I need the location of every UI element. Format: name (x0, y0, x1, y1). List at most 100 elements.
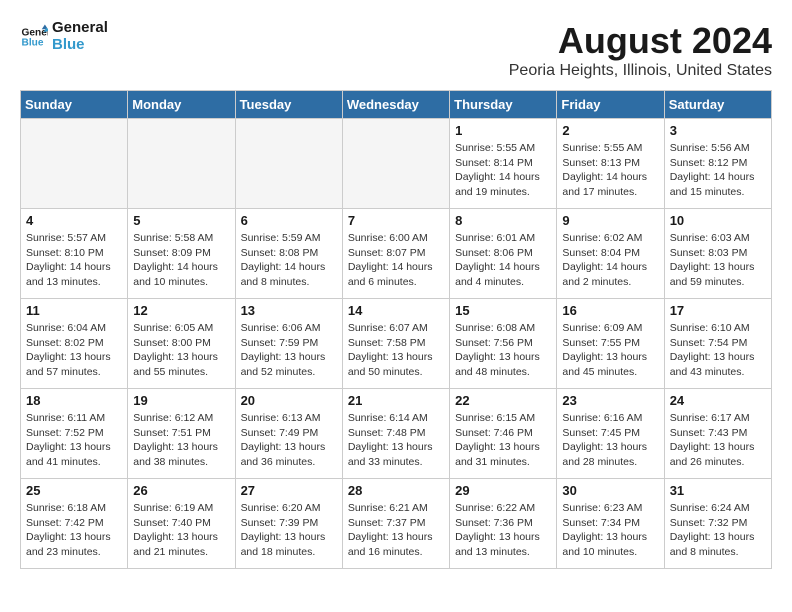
day-number: 18 (26, 393, 122, 408)
calendar-cell: 31 Sunrise: 6:24 AMSunset: 7:32 PMDayligh… (664, 479, 771, 569)
day-number: 24 (670, 393, 766, 408)
day-number: 14 (348, 303, 444, 318)
calendar-cell: 18 Sunrise: 6:11 AMSunset: 7:52 PMDayligh… (21, 389, 128, 479)
day-number: 30 (562, 483, 658, 498)
week-row-2: 4 Sunrise: 5:57 AMSunset: 8:10 PMDaylight… (21, 209, 772, 299)
day-number: 13 (241, 303, 337, 318)
day-number: 29 (455, 483, 551, 498)
logo-icon: General Blue (20, 23, 48, 51)
day-header-sunday: Sunday (21, 91, 128, 119)
day-number: 26 (133, 483, 229, 498)
day-info: Sunrise: 5:59 AMSunset: 8:08 PMDaylight:… (241, 231, 337, 290)
calendar-cell: 25Sunrise: 6:18 AMSunset: 7:42 PMDayligh… (21, 479, 128, 569)
calendar-cell: 4 Sunrise: 5:57 AMSunset: 8:10 PMDaylight… (21, 209, 128, 299)
calendar-cell (342, 119, 449, 209)
day-info: Sunrise: 6:18 AMSunset: 7:42 PMDaylight:… (26, 501, 122, 560)
day-info: Sunrise: 6:15 AMSunset: 7:46 PMDaylight:… (455, 411, 551, 470)
day-number: 9 (562, 213, 658, 228)
location-title: Peoria Heights, Illinois, United States (509, 62, 772, 80)
day-header-saturday: Saturday (664, 91, 771, 119)
day-header-wednesday: Wednesday (342, 91, 449, 119)
day-number: 16 (562, 303, 658, 318)
day-info: Sunrise: 6:24 AMSunset: 7:32 PMDaylight:… (670, 501, 766, 560)
day-info: Sunrise: 6:20 AMSunset: 7:39 PMDaylight:… (241, 501, 337, 560)
calendar-cell: 13Sunrise: 6:06 AMSunset: 7:59 PMDayligh… (235, 299, 342, 389)
day-info: Sunrise: 6:12 AMSunset: 7:51 PMDaylight:… (133, 411, 229, 470)
day-number: 8 (455, 213, 551, 228)
day-number: 4 (26, 213, 122, 228)
calendar-cell: 23Sunrise: 6:16 AMSunset: 7:45 PMDayligh… (557, 389, 664, 479)
day-info: Sunrise: 5:56 AMSunset: 8:12 PMDaylight:… (670, 141, 766, 200)
day-number: 27 (241, 483, 337, 498)
week-row-4: 18 Sunrise: 6:11 AMSunset: 7:52 PMDayligh… (21, 389, 772, 479)
day-number: 28 (348, 483, 444, 498)
day-number: 2 (562, 123, 658, 138)
week-row-5: 25Sunrise: 6:18 AMSunset: 7:42 PMDayligh… (21, 479, 772, 569)
day-info: Sunrise: 6:19 AMSunset: 7:40 PMDaylight:… (133, 501, 229, 560)
calendar-cell: 26 Sunrise: 6:19 AMSunset: 7:40 PMDayligh… (128, 479, 235, 569)
calendar-cell: 6 Sunrise: 5:59 AMSunset: 8:08 PMDaylight… (235, 209, 342, 299)
week-row-3: 11Sunrise: 6:04 AMSunset: 8:02 PMDayligh… (21, 299, 772, 389)
calendar-cell: 16 Sunrise: 6:09 AMSunset: 7:55 PMDayligh… (557, 299, 664, 389)
day-info: Sunrise: 6:17 AMSunset: 7:43 PMDaylight:… (670, 411, 766, 470)
calendar-cell: 21 Sunrise: 6:14 AMSunset: 7:48 PMDayligh… (342, 389, 449, 479)
day-headers: SundayMondayTuesdayWednesdayThursdayFrid… (21, 91, 772, 119)
calendar-cell: 20 Sunrise: 6:13 AMSunset: 7:49 PMDayligh… (235, 389, 342, 479)
day-info: Sunrise: 6:07 AMSunset: 7:58 PMDaylight:… (348, 321, 444, 380)
day-info: Sunrise: 6:23 AMSunset: 7:34 PMDaylight:… (562, 501, 658, 560)
week-row-1: 1 Sunrise: 5:55 AMSunset: 8:14 PMDaylight… (21, 119, 772, 209)
day-number: 15 (455, 303, 551, 318)
calendar-cell (21, 119, 128, 209)
calendar-cell: 27 Sunrise: 6:20 AMSunset: 7:39 PMDayligh… (235, 479, 342, 569)
calendar-cell: 10Sunrise: 6:03 AMSunset: 8:03 PMDayligh… (664, 209, 771, 299)
day-number: 7 (348, 213, 444, 228)
day-info: Sunrise: 6:14 AMSunset: 7:48 PMDaylight:… (348, 411, 444, 470)
day-number: 5 (133, 213, 229, 228)
day-info: Sunrise: 6:11 AMSunset: 7:52 PMDaylight:… (26, 411, 122, 470)
day-number: 22 (455, 393, 551, 408)
calendar-cell: 14 Sunrise: 6:07 AMSunset: 7:58 PMDayligh… (342, 299, 449, 389)
month-title: August 2024 (509, 20, 772, 62)
day-info: Sunrise: 6:04 AMSunset: 8:02 PMDaylight:… (26, 321, 122, 380)
day-info: Sunrise: 5:55 AMSunset: 8:14 PMDaylight:… (455, 141, 551, 200)
calendar-cell: 7 Sunrise: 6:00 AMSunset: 8:07 PMDaylight… (342, 209, 449, 299)
day-header-friday: Friday (557, 91, 664, 119)
logo-blue: Blue (52, 37, 108, 54)
day-info: Sunrise: 5:55 AMSunset: 8:13 PMDaylight:… (562, 141, 658, 200)
calendar-cell: 5Sunrise: 5:58 AMSunset: 8:09 PMDaylight… (128, 209, 235, 299)
calendar-cell: 19 Sunrise: 6:12 AMSunset: 7:51 PMDayligh… (128, 389, 235, 479)
calendar-cell: 9Sunrise: 6:02 AMSunset: 8:04 PMDaylight… (557, 209, 664, 299)
calendar-cell: 29 Sunrise: 6:22 AMSunset: 7:36 PMDayligh… (450, 479, 557, 569)
day-header-thursday: Thursday (450, 91, 557, 119)
day-number: 20 (241, 393, 337, 408)
day-info: Sunrise: 5:57 AMSunset: 8:10 PMDaylight:… (26, 231, 122, 290)
day-number: 1 (455, 123, 551, 138)
svg-text:Blue: Blue (22, 37, 44, 48)
calendar-cell: 30 Sunrise: 6:23 AMSunset: 7:34 PMDayligh… (557, 479, 664, 569)
calendar-cell: 12 Sunrise: 6:05 AMSunset: 8:00 PMDayligh… (128, 299, 235, 389)
calendar-cell: 24 Sunrise: 6:17 AMSunset: 7:43 PMDayligh… (664, 389, 771, 479)
day-info: Sunrise: 6:10 AMSunset: 7:54 PMDaylight:… (670, 321, 766, 380)
calendar-cell: 28Sunrise: 6:21 AMSunset: 7:37 PMDayligh… (342, 479, 449, 569)
calendar: SundayMondayTuesdayWednesdayThursdayFrid… (20, 90, 772, 569)
day-number: 12 (133, 303, 229, 318)
day-number: 31 (670, 483, 766, 498)
calendar-cell: 15Sunrise: 6:08 AMSunset: 7:56 PMDayligh… (450, 299, 557, 389)
day-info: Sunrise: 6:22 AMSunset: 7:36 PMDaylight:… (455, 501, 551, 560)
day-info: Sunrise: 6:00 AMSunset: 8:07 PMDaylight:… (348, 231, 444, 290)
day-header-tuesday: Tuesday (235, 91, 342, 119)
calendar-cell (128, 119, 235, 209)
calendar-cell: 17Sunrise: 6:10 AMSunset: 7:54 PMDayligh… (664, 299, 771, 389)
day-number: 6 (241, 213, 337, 228)
day-info: Sunrise: 6:13 AMSunset: 7:49 PMDaylight:… (241, 411, 337, 470)
day-number: 10 (670, 213, 766, 228)
calendar-cell: 11Sunrise: 6:04 AMSunset: 8:02 PMDayligh… (21, 299, 128, 389)
calendar-cell: 2 Sunrise: 5:55 AMSunset: 8:13 PMDaylight… (557, 119, 664, 209)
day-info: Sunrise: 6:05 AMSunset: 8:00 PMDaylight:… (133, 321, 229, 380)
day-info: Sunrise: 6:09 AMSunset: 7:55 PMDaylight:… (562, 321, 658, 380)
day-number: 19 (133, 393, 229, 408)
logo-general: General (52, 20, 108, 37)
calendar-cell: 22 Sunrise: 6:15 AMSunset: 7:46 PMDayligh… (450, 389, 557, 479)
day-info: Sunrise: 6:01 AMSunset: 8:06 PMDaylight:… (455, 231, 551, 290)
day-number: 21 (348, 393, 444, 408)
